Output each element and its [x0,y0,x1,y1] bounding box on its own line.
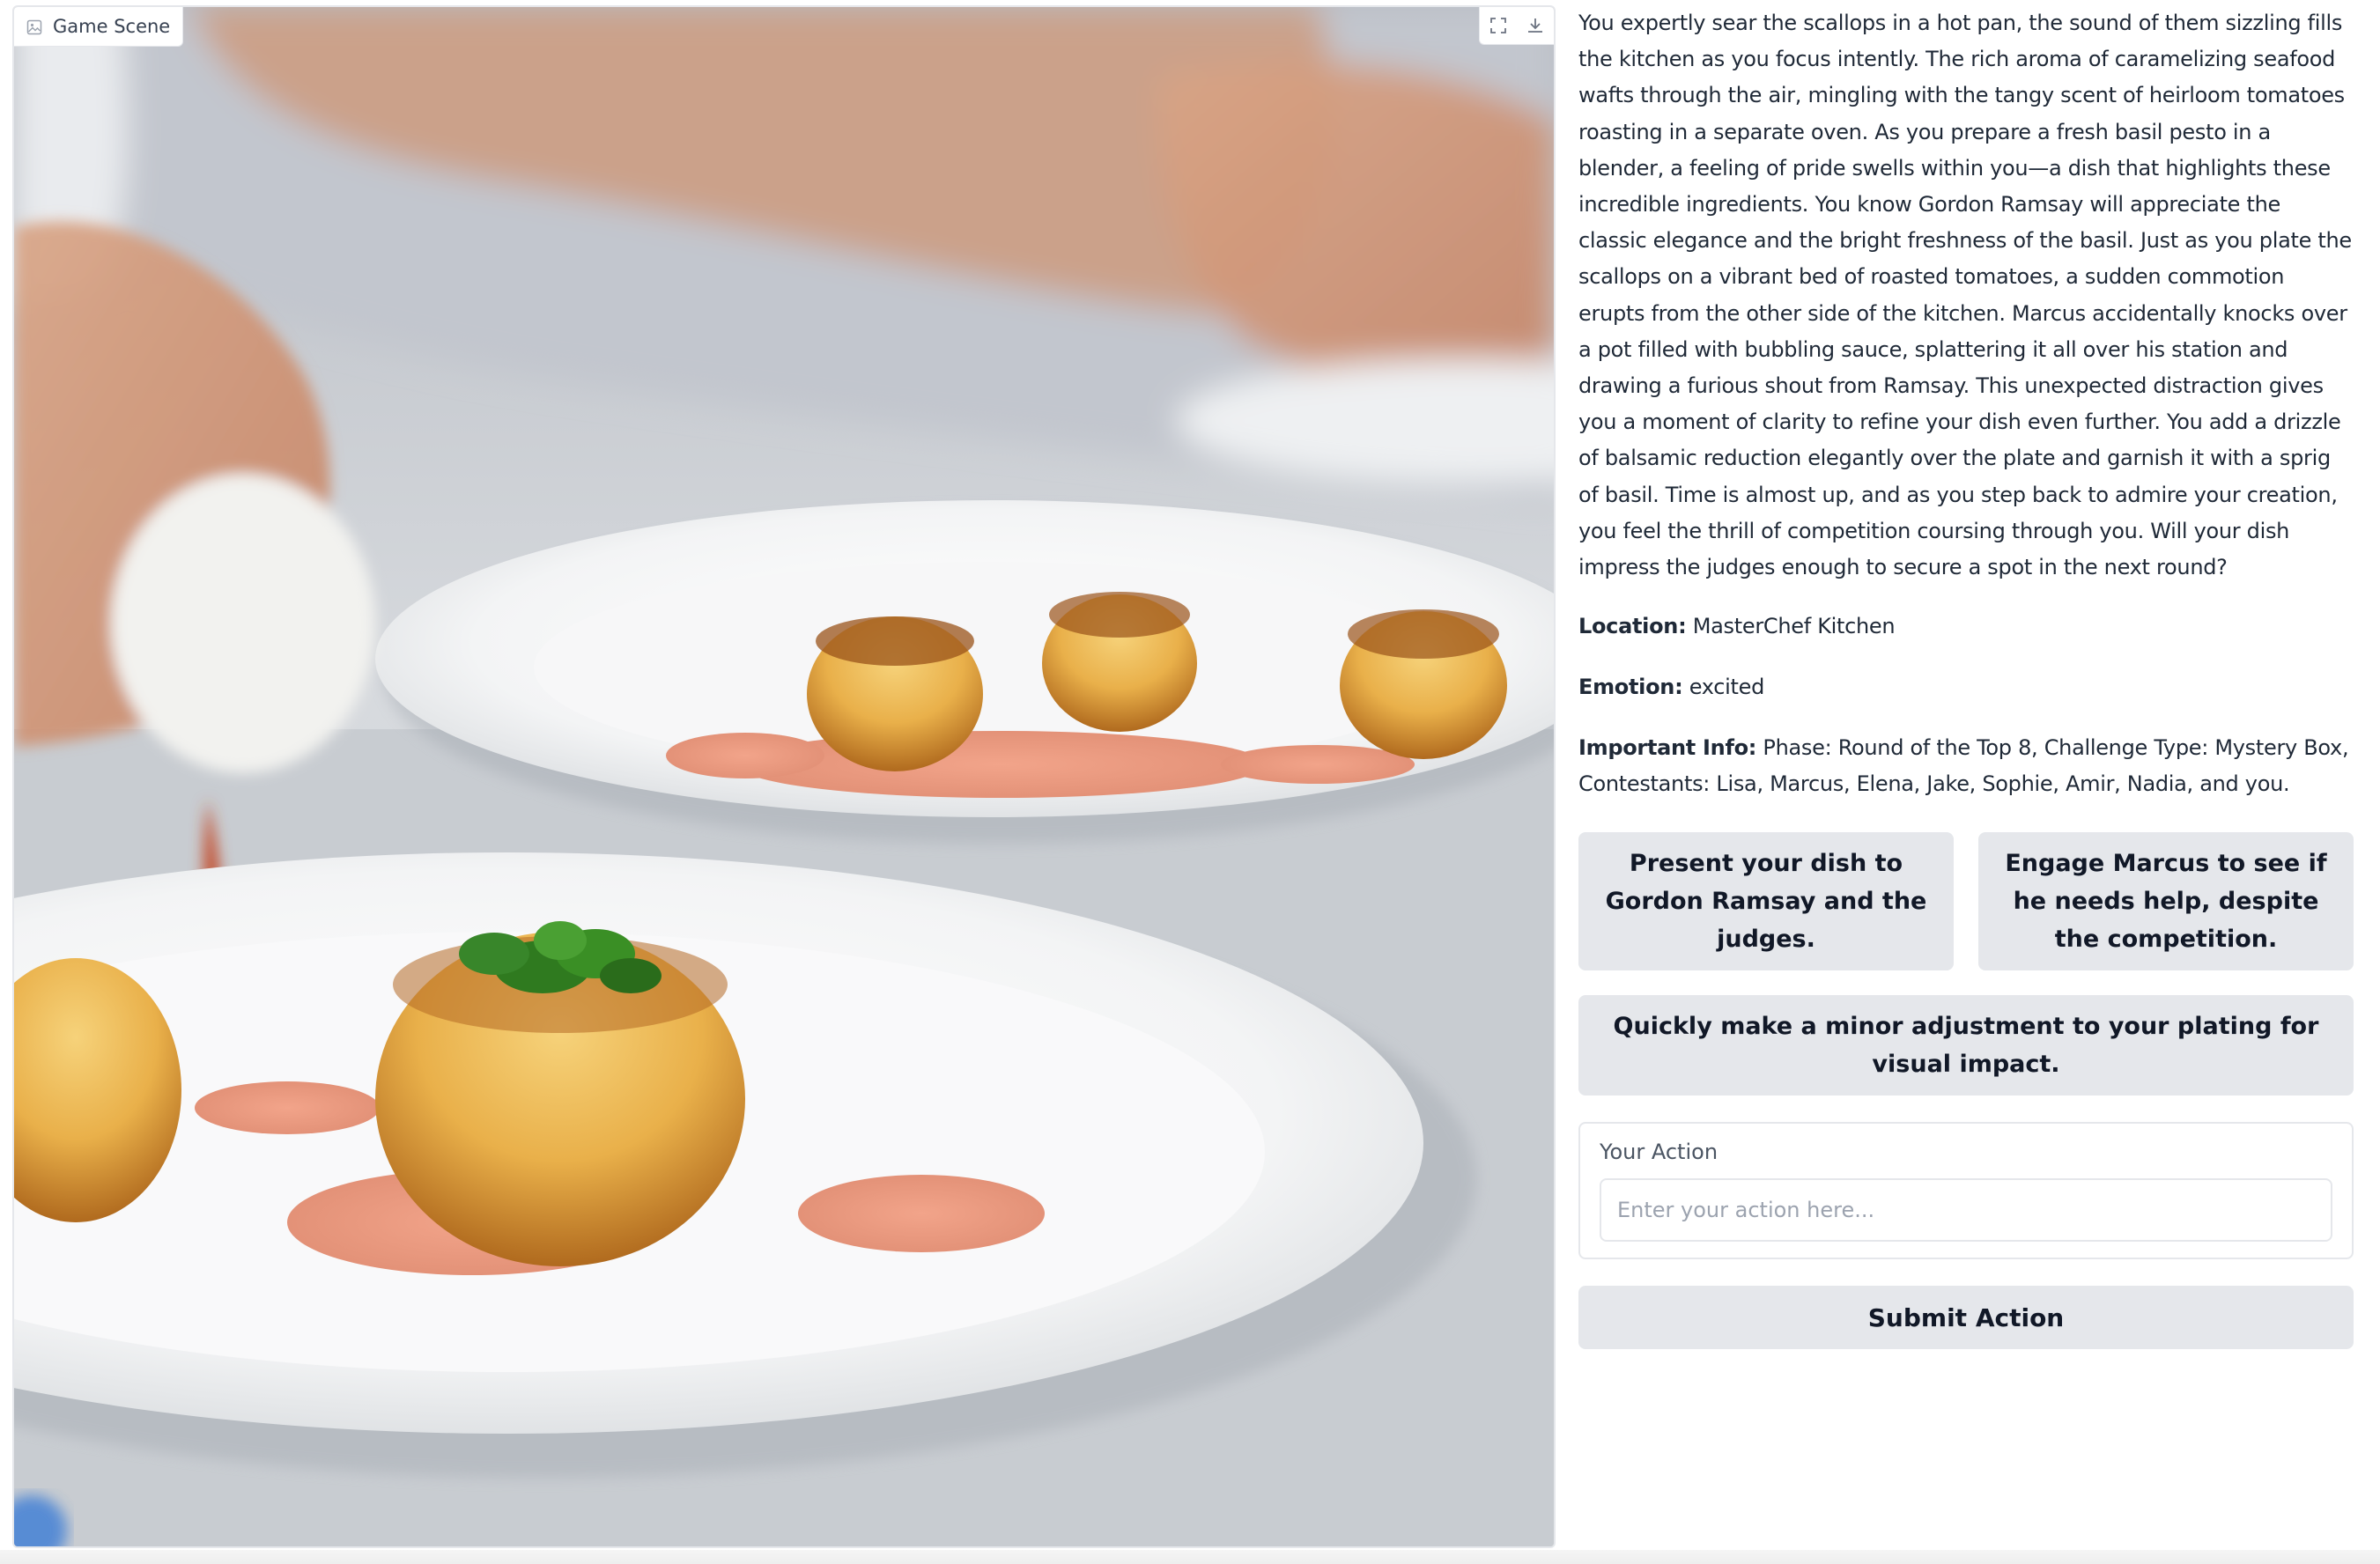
emotion-value: excited [1689,675,1765,700]
action-form: Your Action [1578,1122,2354,1260]
choice-button-engage-marcus[interactable]: Engage Marcus to see if he needs help, d… [1978,832,2354,971]
download-icon[interactable] [1517,7,1554,44]
important-info-label: Important Info: [1578,735,1757,761]
fullscreen-icon[interactable] [1480,7,1517,44]
game-scene-label: Game Scene [14,7,184,47]
story-panel: You expertly sear the scallops in a hot … [1578,5,2354,1350]
image-icon [26,18,42,35]
bottom-strip [0,1550,2380,1564]
location-label: Location: [1578,614,1687,639]
choices-row: Present your dish to Gordon Ramsay and t… [1578,832,2354,971]
game-scene-panel: Game Scene [12,5,1556,1548]
action-input[interactable] [1600,1178,2332,1243]
image-toolbar [1479,7,1554,45]
submit-action-button[interactable]: Submit Action [1578,1286,2354,1350]
choice-button-adjust-plating[interactable]: Quickly make a minor adjustment to your … [1578,995,2354,1096]
important-info-line: Important Info: Phase: Round of the Top … [1578,730,2354,802]
location-value: MasterChef Kitchen [1692,614,1896,639]
emotion-line: Emotion: excited [1578,669,2354,705]
game-scene-label-text: Game Scene [53,16,171,37]
location-line: Location: MasterChef Kitchen [1578,609,2354,645]
story-narrative: You expertly sear the scallops in a hot … [1578,11,2352,580]
choice-button-present-dish[interactable]: Present your dish to Gordon Ramsay and t… [1578,832,1954,971]
scene-image [14,7,1554,1546]
emotion-label: Emotion: [1578,675,1683,700]
action-label: Your Action [1600,1140,1718,1165]
